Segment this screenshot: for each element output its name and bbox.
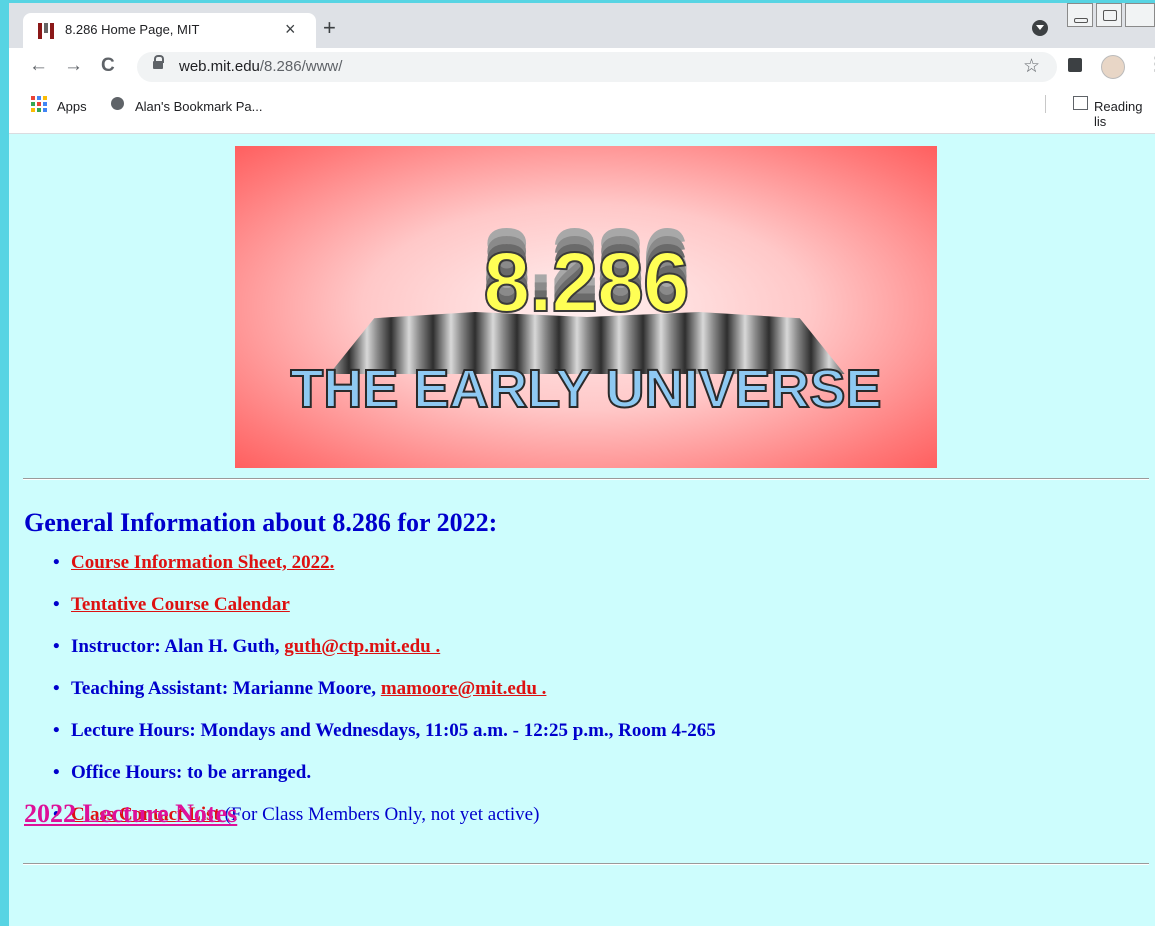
url-text: web.mit.edu/8.286/www/	[179, 58, 342, 75]
list-item: Office Hours: to be arranged.	[49, 762, 716, 804]
url-host: web.mit.edu	[179, 58, 260, 75]
back-icon[interactable]: ←	[29, 55, 48, 77]
list-item: Lecture Hours: Mondays and Wednesdays, 1…	[49, 720, 716, 762]
list-item: Tentative Course Calendar	[49, 594, 716, 636]
reading-list-icon[interactable]	[1073, 96, 1088, 110]
tab-strip: 8.286 Home Page, MIT × +	[9, 3, 1155, 48]
url-path: /8.286/www/	[259, 58, 343, 75]
ta-label: Teaching Assistant: Marianne Moore,	[71, 678, 381, 699]
course-banner-image: 8.286 THE EARLY UNIVERSE	[235, 146, 937, 468]
tab-title: 8.286 Home Page, MIT	[65, 22, 200, 37]
banner-course-number: 8.286	[482, 234, 690, 330]
bookmark-separator	[1045, 95, 1046, 113]
reload-icon[interactable]: C	[101, 55, 115, 77]
tab-search-icon[interactable]	[1032, 20, 1048, 36]
banner-subtitle: THE EARLY UNIVERSE	[289, 358, 882, 420]
bookmark-alans-page[interactable]: Alan's Bookmark Pa...	[135, 99, 262, 114]
bookmark-apps[interactable]: Apps	[57, 99, 87, 114]
course-info-sheet-link[interactable]: Course Information Sheet, 2022.	[71, 552, 334, 573]
contact-list-note: (For Class Members Only, not yet active)	[219, 804, 540, 825]
bookmarks-bar: Apps Alan's Bookmark Pa... Reading lis	[9, 88, 1155, 134]
general-info-heading: General Information about 8.286 for 2022…	[24, 508, 498, 537]
divider	[23, 478, 1149, 480]
address-bar[interactable]: web.mit.edu/8.286/www/ ☆	[137, 52, 1057, 82]
tab-close-icon[interactable]: ×	[285, 19, 296, 40]
close-window-button[interactable]	[1125, 3, 1155, 27]
list-item: Teaching Assistant: Marianne Moore, mamo…	[49, 678, 716, 720]
globe-icon	[111, 97, 124, 110]
new-tab-button[interactable]: +	[323, 15, 336, 41]
instructor-label: Instructor: Alan H. Guth,	[71, 636, 285, 657]
mit-favicon-icon	[38, 23, 54, 39]
minimize-button[interactable]	[1067, 3, 1093, 27]
browser-toolbar: ← → C web.mit.edu/8.286/www/ ☆ ⋮	[9, 48, 1155, 88]
extensions-icon[interactable]	[1068, 58, 1082, 72]
ta-email-link[interactable]: mamoore@mit.edu .	[381, 678, 547, 699]
list-item: Instructor: Alan H. Guth, guth@ctp.mit.e…	[49, 636, 716, 678]
course-calendar-link[interactable]: Tentative Course Calendar	[71, 594, 290, 615]
apps-grid-icon[interactable]	[31, 96, 47, 112]
bookmark-star-icon[interactable]: ☆	[1023, 55, 1040, 78]
list-item: Course Information Sheet, 2022.	[49, 552, 716, 594]
profile-avatar[interactable]	[1101, 55, 1125, 79]
page-content: 8.286 THE EARLY UNIVERSE General Informa…	[9, 134, 1155, 926]
maximize-button[interactable]	[1096, 3, 1122, 27]
office-hours-text: Office Hours: to be arranged.	[71, 762, 312, 783]
lock-icon[interactable]	[153, 55, 164, 69]
instructor-email-link[interactable]: guth@ctp.mit.edu .	[284, 636, 440, 657]
lecture-notes-link[interactable]: 2022 Lecture Notes	[24, 799, 237, 829]
forward-icon[interactable]: →	[64, 55, 83, 77]
reading-list-button[interactable]: Reading lis	[1094, 99, 1155, 129]
lecture-hours-text: Lecture Hours: Mondays and Wednesdays, 1…	[71, 720, 716, 741]
divider	[23, 863, 1149, 865]
tab-mit-home[interactable]: 8.286 Home Page, MIT ×	[23, 13, 316, 48]
menu-icon[interactable]: ⋮	[1147, 54, 1155, 75]
